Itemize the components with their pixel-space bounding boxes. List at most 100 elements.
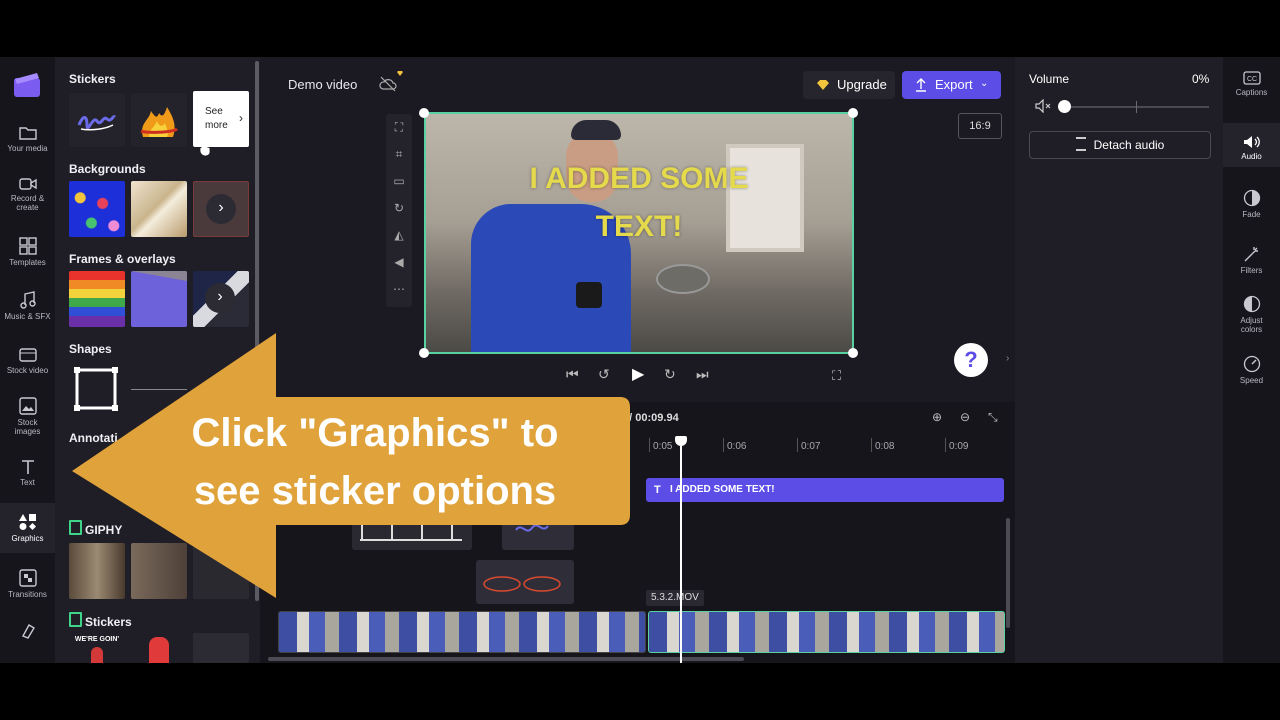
detach-audio-button[interactable]: Detach audio <box>1029 131 1211 159</box>
export-button[interactable]: Export ⌄ <box>902 71 1001 99</box>
detach-audio-label: Detach audio <box>1093 138 1165 152</box>
rail-label: Templates <box>9 258 46 267</box>
rrail-label: Captions <box>1235 88 1268 97</box>
sticker-thumb-fire[interactable] <box>131 93 187 147</box>
upgrade-button[interactable]: Upgrade <box>803 71 895 99</box>
rail-record-create[interactable]: Record & create <box>0 177 55 212</box>
timeline-scrollbar[interactable] <box>268 657 744 661</box>
stickers-title: Stickers <box>69 72 116 86</box>
rail-templates[interactable]: Templates <box>0 237 55 267</box>
rrail-audio[interactable]: Audio <box>1223 123 1280 167</box>
zoom-in-icon[interactable]: ⊕ <box>932 410 942 424</box>
frames-overlays-title: Frames & overlays <box>69 252 176 266</box>
rrail-filters[interactable]: Filters <box>1223 245 1280 275</box>
help-button[interactable]: ? <box>954 343 988 377</box>
rail-brand-kit[interactable] <box>0 623 55 642</box>
giphy-sticker-thumb-2[interactable] <box>131 633 187 663</box>
rail-label: Text <box>20 478 35 487</box>
cloud-sync-off-icon[interactable] <box>378 75 398 93</box>
rail-text[interactable]: Text <box>0 459 55 487</box>
playhead-grip[interactable] <box>675 436 687 446</box>
rail-graphics[interactable]: Graphics <box>0 503 55 553</box>
mute-icon[interactable] <box>1035 99 1051 113</box>
chevron-right-icon[interactable]: › <box>206 194 236 224</box>
diamond-icon <box>817 80 829 90</box>
text-icon <box>21 460 34 474</box>
speaker-icon <box>1243 136 1260 148</box>
speed-icon <box>1243 355 1260 373</box>
giphy-sticker-thumb-1[interactable]: WE'RE GOIN' <box>69 633 125 663</box>
rotate-icon[interactable]: ↻ <box>386 195 412 222</box>
frame-thumb-shadow <box>131 271 187 281</box>
camera-icon <box>18 178 37 190</box>
background-thumb-eggs[interactable] <box>69 181 125 237</box>
frame-thumb-purple[interactable] <box>131 271 187 327</box>
rail-label: Transitions <box>8 590 47 599</box>
timeline-scrollbar-vertical[interactable] <box>1006 518 1010 628</box>
rail-label: Graphics <box>11 534 44 543</box>
resize-handle-bottom-right[interactable] <box>848 348 858 358</box>
rail-label: Record & create <box>10 194 45 212</box>
panel-collapse-icon[interactable]: › <box>1006 353 1009 364</box>
frame-thumb-more[interactable]: › <box>193 271 249 327</box>
rail-stock-video[interactable]: Stock video <box>0 347 55 375</box>
upload-icon <box>916 78 926 92</box>
forward-5s-icon[interactable]: ↻ <box>664 366 676 383</box>
fullscreen-icon[interactable]: ⛶ <box>832 368 841 384</box>
volume-slider-thumb[interactable] <box>1058 100 1071 113</box>
video-clip-1[interactable] <box>278 611 646 653</box>
text-clip[interactable]: T I ADDED SOME TEXT! <box>646 478 1004 502</box>
ruler-label: 0:06 <box>727 441 747 452</box>
ruler-tick <box>945 438 946 452</box>
rail-music-sfx[interactable]: Music & SFX <box>0 291 55 321</box>
rrail-speed[interactable]: Speed <box>1223 355 1280 385</box>
video-preview[interactable]: I ADDED SOME TEXT! <box>424 112 854 354</box>
giphy-sticker-thumb-3[interactable] <box>193 633 249 663</box>
rrail-fade[interactable]: Fade <box>1223 189 1280 219</box>
aspect-ratio-button[interactable]: 16:9 <box>958 113 1002 139</box>
video-clip-2[interactable] <box>648 611 1005 653</box>
rrail-label: Filters <box>1240 266 1263 275</box>
resize-handle-top-left[interactable] <box>419 108 429 118</box>
zoom-fit-icon[interactable]: ⤡ <box>988 410 998 425</box>
ruler-tick <box>723 438 724 452</box>
pip-icon[interactable]: ▭ <box>386 168 412 195</box>
scribble-sticker-icon <box>77 115 117 131</box>
background-thumb-more[interactable]: › <box>193 181 249 237</box>
backgrounds-title: Backgrounds <box>69 162 146 176</box>
project-title[interactable]: Demo video <box>288 77 357 92</box>
volume-slider-track[interactable] <box>1059 106 1209 108</box>
zoom-out-icon[interactable]: ⊖ <box>960 410 970 424</box>
skip-forward-icon[interactable]: ⏭ <box>696 366 709 383</box>
flip-vertical-icon[interactable]: ◀ <box>386 249 412 276</box>
play-icon[interactable]: ▶ <box>632 364 644 384</box>
rrail-adjust-colors[interactable]: Adjust colors <box>1223 295 1280 334</box>
rail-transitions[interactable]: Transitions <box>0 569 55 599</box>
ruler-label: 0:09 <box>949 441 969 452</box>
export-label: Export <box>935 77 973 92</box>
rrail-label: Audio <box>1241 152 1262 161</box>
rail-stock-images[interactable]: Stock images <box>0 397 55 436</box>
hand-cursor-icon <box>200 142 210 156</box>
playhead[interactable] <box>675 436 687 663</box>
giphy-sticker-caption: WE'RE GOIN' <box>74 636 120 643</box>
fit-icon[interactable]: ⛶ <box>386 114 412 141</box>
flip-horizontal-icon[interactable]: ◭ <box>386 222 412 249</box>
background-thumb-book[interactable] <box>131 181 187 237</box>
crop-icon[interactable]: ⌗ <box>386 141 412 168</box>
rrail-captions[interactable]: CC Captions <box>1223 71 1280 97</box>
phone-in-hand <box>576 282 602 308</box>
chevron-right-icon[interactable]: › <box>205 283 235 313</box>
sticker-thumb-scribble[interactable] <box>69 93 125 147</box>
frame-thumb-rainbow[interactable] <box>69 271 125 327</box>
ruler-label: 0:07 <box>801 441 821 452</box>
overlay-text-line1[interactable]: I ADDED SOME <box>426 162 852 196</box>
more-icon[interactable]: ⋯ <box>386 276 412 303</box>
detach-icon <box>1075 137 1086 151</box>
rail-your-media[interactable]: Your media <box>0 125 55 153</box>
resize-handle-top-right[interactable] <box>848 108 858 118</box>
rrail-label: Fade <box>1242 210 1261 219</box>
see-more-button[interactable]: See more › <box>193 91 249 147</box>
ruler-tick <box>649 438 650 452</box>
overlay-text-line2[interactable]: TEXT! <box>426 210 852 244</box>
